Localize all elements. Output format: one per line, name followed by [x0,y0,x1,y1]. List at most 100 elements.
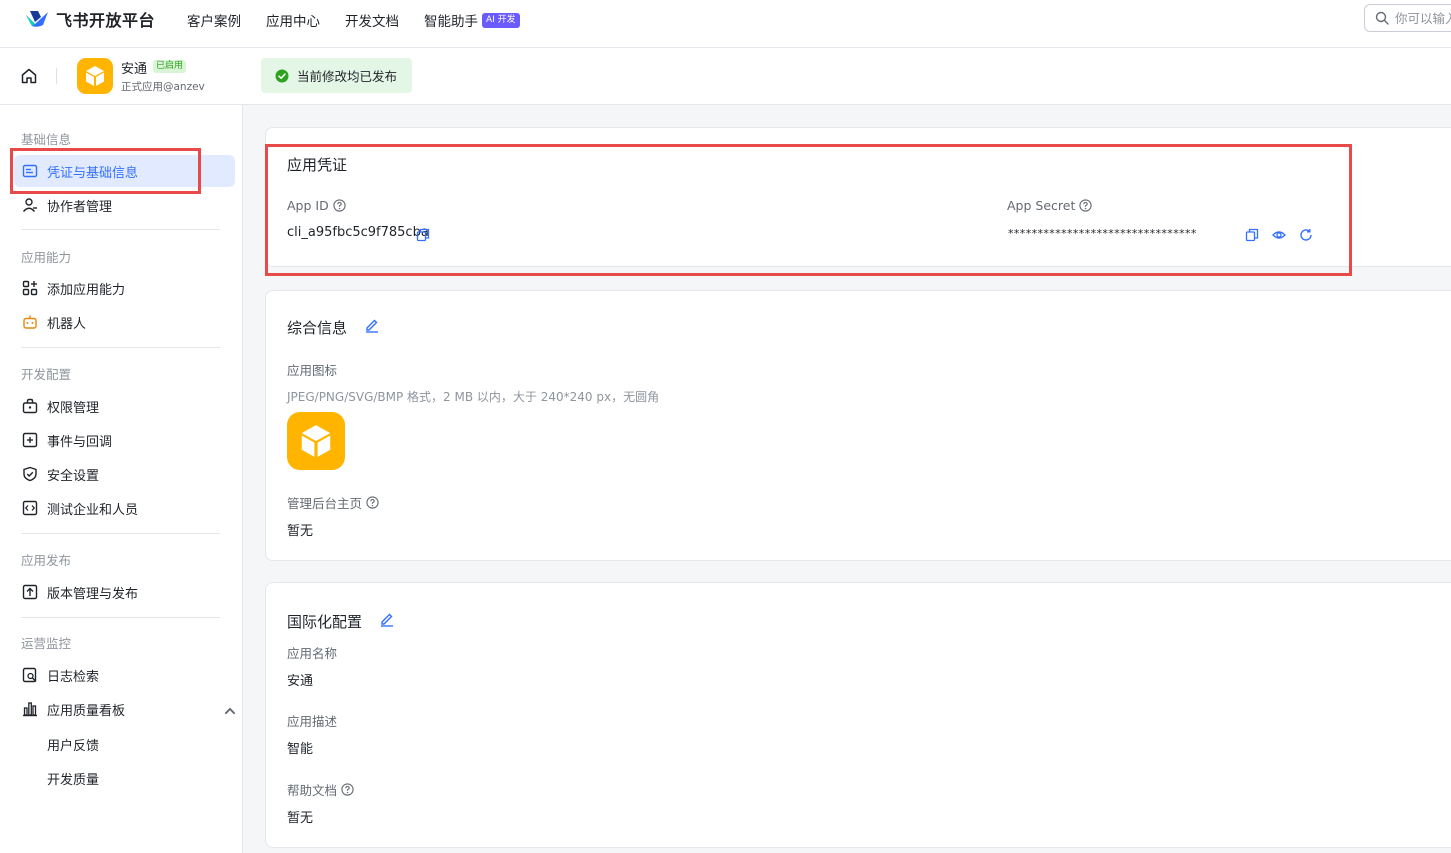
help-doc-value: 暂无 [287,811,314,826]
apps-add-icon [22,280,38,296]
sidebar-item-versions[interactable]: 版本管理与发布 [14,576,235,608]
app-icon-upload[interactable] [287,412,345,470]
sidebar-item-label: 协作者管理 [47,199,113,215]
app-secret-label-text: App Secret [1007,198,1076,213]
app-subtitle: 正式应用@anzev [121,81,205,93]
top-nav: 飞书开放平台 客户案例 应用中心 开发文档 智能助手 AI 开发 [0,0,1451,48]
publish-status-text: 当前修改均已发布 [297,69,398,84]
section-title-monitoring: 运营监控 [21,636,72,651]
app-header: 安通 已启用 正式应用@anzev 当前修改均已发布 [0,48,1451,105]
check-circle-icon [275,69,289,82]
sidebar-item-events[interactable]: 事件与回调 [14,424,235,456]
nav-link-cases[interactable]: 客户案例 [187,10,241,30]
homepage-value: 暂无 [287,524,314,539]
user-icon [22,198,37,212]
app-name-value: 安通 [287,674,314,689]
app-desc-label: 应用描述 [287,714,338,729]
sidebar-item-label: 安全设置 [47,468,100,484]
sidebar-divider [21,617,220,618]
sidebar-item-label: 添加应用能力 [47,282,126,298]
refresh-icon[interactable] [1299,228,1313,242]
home-icon[interactable] [20,67,38,85]
help-icon[interactable] [341,783,354,796]
sidebar-item-test-orgs[interactable]: 测试企业和人员 [14,492,235,524]
robot-icon [23,315,37,329]
lock-briefcase-icon [22,398,38,414]
sidebar-divider [21,533,220,534]
shield-icon [23,466,37,482]
section-title-basic: 基础信息 [21,132,72,147]
general-info-title: 综合信息 [287,319,348,337]
sidebar-item-bot[interactable]: 机器人 [14,306,235,338]
app-name-label: 应用名称 [287,646,338,661]
sidebar-divider [21,229,220,230]
app-id-label: App ID [287,198,346,213]
sidebar-item-dev-quality[interactable]: 开发质量 [14,762,235,794]
sidebar-item-security[interactable]: 安全设置 [14,458,235,490]
help-icon[interactable] [1079,199,1093,212]
sidebar-item-label: 开发质量 [47,772,100,788]
ai-dev-badge[interactable]: AI 开发 [482,12,520,28]
copy-icon[interactable] [416,228,430,242]
app-secret-value: ******************************** [1008,227,1197,240]
app-secret-label: App Secret [1007,198,1093,213]
sidebar-item-credentials[interactable]: 凭证与基础信息 [14,155,235,187]
event-plus-icon [22,432,38,448]
app-name: 安通 [121,62,148,77]
sidebar-item-label: 版本管理与发布 [47,586,139,602]
app-icon-hint: JPEG/PNG/SVG/BMP 格式，2 MB 以内，大于 240*240 p… [287,390,660,404]
cube-icon [86,66,104,86]
sidebar-item-label: 应用质量看板 [47,703,126,719]
section-title-release: 应用发布 [21,553,72,568]
app-icon [77,58,113,94]
header-divider [56,68,57,84]
app-status-badge: 已启用 [153,60,187,73]
general-info-card: 综合信息 应用图标 JPEG/PNG/SVG/BMP 格式，2 MB 以内，大于… [265,290,1451,561]
upload-box-icon [22,584,38,600]
help-icon[interactable] [333,199,346,212]
help-icon[interactable] [366,496,379,509]
nav-link-docs[interactable]: 开发文档 [345,10,399,30]
sidebar-item-label: 权限管理 [47,400,100,416]
help-doc-label: 帮助文档 [287,780,354,799]
app-icon-label: 应用图标 [287,363,338,378]
sidebar-item-user-feedback[interactable]: 用户反馈 [14,728,235,760]
credentials-title: 应用凭证 [287,156,348,174]
homepage-label-text: 管理后台主页 [287,496,363,511]
app-id-value: cli_a95fbc5c9f785cba [287,225,429,240]
sidebar-item-label: 日志检索 [47,669,100,685]
sidebar-item-log-search[interactable]: 日志检索 [14,659,235,691]
code-box-icon [22,500,38,516]
chevron-up-icon[interactable] [222,703,238,719]
homepage-label: 管理后台主页 [287,493,379,512]
sidebar-item-label: 机器人 [47,316,87,332]
credentials-card: 应用凭证 App ID cli_a95fbc5c9f785cba App Sec… [265,127,1451,267]
edit-icon[interactable] [379,611,395,627]
brand[interactable]: 飞书开放平台 [24,8,155,30]
publish-status-tag: 当前修改均已发布 [261,58,412,93]
sidebar: 基础信息 凭证与基础信息 协作者管理 应用能力 添加应用能力 机器人 开发配置 … [0,105,243,853]
nav-link-app-center[interactable]: 应用中心 [266,10,320,30]
sidebar-item-label: 凭证与基础信息 [47,165,139,181]
sidebar-item-permissions[interactable]: 权限管理 [14,390,235,422]
nav-link-assistant[interactable]: 智能助手 [424,10,478,30]
section-title-capabilities: 应用能力 [21,250,72,265]
sidebar-item-label: 测试企业和人员 [47,502,139,518]
copy-icon[interactable] [1245,228,1259,242]
feishu-logo-icon [26,11,48,27]
sidebar-item-quality-board[interactable]: 应用质量看板 [14,693,238,725]
sidebar-item-label: 用户反馈 [47,738,100,754]
section-title-dev-config: 开发配置 [21,367,72,382]
eye-icon[interactable] [1272,228,1286,242]
sidebar-item-collaborators[interactable]: 协作者管理 [14,189,235,221]
sidebar-divider [21,347,220,348]
sidebar-item-label: 事件与回调 [47,434,113,450]
help-doc-label-text: 帮助文档 [287,783,338,798]
i18n-title: 国际化配置 [287,613,363,631]
bar-chart-icon [23,702,37,717]
search-input[interactable] [1395,10,1451,26]
sidebar-item-add-capability[interactable]: 添加应用能力 [14,272,235,304]
edit-icon[interactable] [364,317,380,333]
search-box[interactable] [1364,4,1451,32]
cube-icon [301,425,331,457]
